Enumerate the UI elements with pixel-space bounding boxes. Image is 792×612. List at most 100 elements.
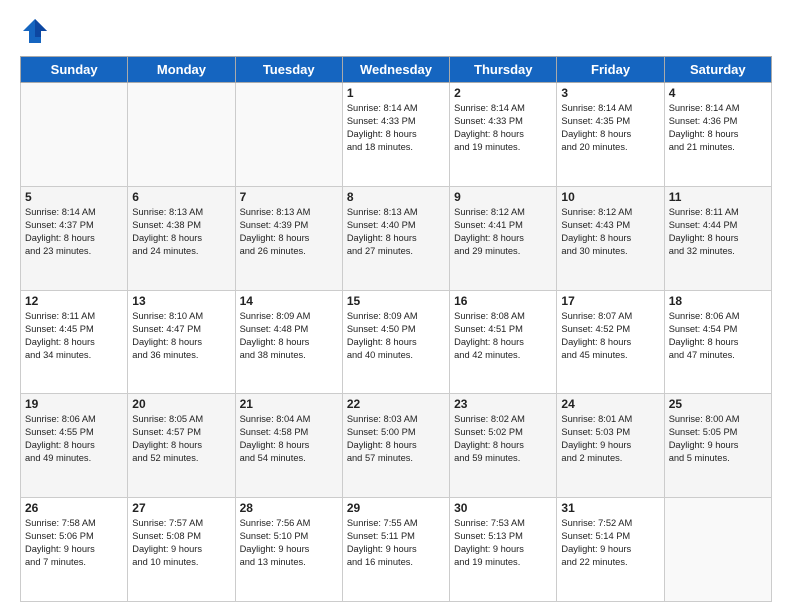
cell-text: Sunrise: 8:09 AM Sunset: 4:50 PM Dayligh… <box>347 310 445 362</box>
calendar-cell: 24Sunrise: 8:01 AM Sunset: 5:03 PM Dayli… <box>557 394 664 498</box>
cell-text: Sunrise: 7:55 AM Sunset: 5:11 PM Dayligh… <box>347 517 445 569</box>
cell-text: Sunrise: 8:10 AM Sunset: 4:47 PM Dayligh… <box>132 310 230 362</box>
calendar-cell: 4 Sunrise: 8:14 AM Sunset: 4:36 PM Daylig… <box>664 83 771 187</box>
calendar-cell: 30Sunrise: 7:53 AM Sunset: 5:13 PM Dayli… <box>450 498 557 602</box>
calendar-cell: 6 Sunrise: 8:13 AM Sunset: 4:38 PM Daylig… <box>128 186 235 290</box>
calendar-cell: 5 Sunrise: 8:14 AM Sunset: 4:37 PM Daylig… <box>21 186 128 290</box>
cell-text: Sunrise: 8:11 AM Sunset: 4:45 PM Dayligh… <box>25 310 123 362</box>
weekday-header-sunday: Sunday <box>21 57 128 83</box>
cell-text: Sunrise: 8:14 AM Sunset: 4:33 PM Dayligh… <box>454 102 552 154</box>
day-number: 10 <box>561 190 659 204</box>
calendar-cell: 3 Sunrise: 8:14 AM Sunset: 4:35 PM Daylig… <box>557 83 664 187</box>
calendar-cell: 1 Sunrise: 8:14 AM Sunset: 4:33 PM Daylig… <box>342 83 449 187</box>
day-number: 4 <box>669 86 767 100</box>
calendar-cell: 16Sunrise: 8:08 AM Sunset: 4:51 PM Dayli… <box>450 290 557 394</box>
cell-text: Sunrise: 8:14 AM Sunset: 4:36 PM Dayligh… <box>669 102 767 154</box>
day-number: 9 <box>454 190 552 204</box>
weekday-header-saturday: Saturday <box>664 57 771 83</box>
weekday-header-monday: Monday <box>128 57 235 83</box>
calendar-cell: 18 Sunrise: 8:06 AM Sunset: 4:54 PM Dayli… <box>664 290 771 394</box>
weekday-header-thursday: Thursday <box>450 57 557 83</box>
day-number: 15 <box>347 294 445 308</box>
cell-text: Sunrise: 8:13 AM Sunset: 4:38 PM Dayligh… <box>132 206 230 258</box>
calendar-cell: 11Sunrise: 8:11 AM Sunset: 4:44 PM Dayli… <box>664 186 771 290</box>
calendar-cell: 28 Sunrise: 7:56 AM Sunset: 5:10 PM Dayli… <box>235 498 342 602</box>
day-number: 23 <box>454 397 552 411</box>
day-number: 31 <box>561 501 659 515</box>
cell-text: Sunrise: 8:06 AM Sunset: 4:54 PM Dayligh… <box>669 310 767 362</box>
day-number: 1 <box>347 86 445 100</box>
calendar-cell: 14 Sunrise: 8:09 AM Sunset: 4:48 PM Dayli… <box>235 290 342 394</box>
day-number: 3 <box>561 86 659 100</box>
calendar-cell: 23 Sunrise: 8:02 AM Sunset: 5:02 PM Dayli… <box>450 394 557 498</box>
page: SundayMondayTuesdayWednesdayThursdayFrid… <box>0 0 792 612</box>
day-number: 21 <box>240 397 338 411</box>
calendar-week-row: 1 Sunrise: 8:14 AM Sunset: 4:33 PM Daylig… <box>21 83 772 187</box>
logo-icon <box>20 16 50 46</box>
day-number: 26 <box>25 501 123 515</box>
cell-text: Sunrise: 8:14 AM Sunset: 4:33 PM Dayligh… <box>347 102 445 154</box>
day-number: 27 <box>132 501 230 515</box>
calendar-cell <box>128 83 235 187</box>
cell-text: Sunrise: 8:00 AM Sunset: 5:05 PM Dayligh… <box>669 413 767 465</box>
weekday-header-row: SundayMondayTuesdayWednesdayThursdayFrid… <box>21 57 772 83</box>
day-number: 5 <box>25 190 123 204</box>
day-number: 14 <box>240 294 338 308</box>
calendar-cell: 17 Sunrise: 8:07 AM Sunset: 4:52 PM Dayli… <box>557 290 664 394</box>
calendar-cell: 26 Sunrise: 7:58 AM Sunset: 5:06 PM Dayli… <box>21 498 128 602</box>
calendar-cell: 10 Sunrise: 8:12 AM Sunset: 4:43 PM Dayli… <box>557 186 664 290</box>
cell-text: Sunrise: 8:03 AM Sunset: 5:00 PM Dayligh… <box>347 413 445 465</box>
calendar-cell: 8 Sunrise: 8:13 AM Sunset: 4:40 PM Daylig… <box>342 186 449 290</box>
calendar-week-row: 26 Sunrise: 7:58 AM Sunset: 5:06 PM Dayli… <box>21 498 772 602</box>
header <box>20 16 772 46</box>
day-number: 30 <box>454 501 552 515</box>
cell-text: Sunrise: 8:13 AM Sunset: 4:40 PM Dayligh… <box>347 206 445 258</box>
day-number: 13 <box>132 294 230 308</box>
day-number: 24 <box>561 397 659 411</box>
calendar-table: SundayMondayTuesdayWednesdayThursdayFrid… <box>20 56 772 602</box>
calendar-cell: 13 Sunrise: 8:10 AM Sunset: 4:47 PM Dayli… <box>128 290 235 394</box>
day-number: 28 <box>240 501 338 515</box>
calendar-cell: 20Sunrise: 8:05 AM Sunset: 4:57 PM Dayli… <box>128 394 235 498</box>
calendar-cell: 29Sunrise: 7:55 AM Sunset: 5:11 PM Dayli… <box>342 498 449 602</box>
weekday-header-tuesday: Tuesday <box>235 57 342 83</box>
day-number: 7 <box>240 190 338 204</box>
day-number: 6 <box>132 190 230 204</box>
calendar-cell: 31 Sunrise: 7:52 AM Sunset: 5:14 PM Dayli… <box>557 498 664 602</box>
cell-text: Sunrise: 8:07 AM Sunset: 4:52 PM Dayligh… <box>561 310 659 362</box>
calendar-cell: 25 Sunrise: 8:00 AM Sunset: 5:05 PM Dayli… <box>664 394 771 498</box>
cell-text: Sunrise: 8:13 AM Sunset: 4:39 PM Dayligh… <box>240 206 338 258</box>
calendar-cell: 27Sunrise: 7:57 AM Sunset: 5:08 PM Dayli… <box>128 498 235 602</box>
weekday-header-wednesday: Wednesday <box>342 57 449 83</box>
calendar-week-row: 5 Sunrise: 8:14 AM Sunset: 4:37 PM Daylig… <box>21 186 772 290</box>
cell-text: Sunrise: 7:58 AM Sunset: 5:06 PM Dayligh… <box>25 517 123 569</box>
day-number: 19 <box>25 397 123 411</box>
day-number: 8 <box>347 190 445 204</box>
cell-text: Sunrise: 8:06 AM Sunset: 4:55 PM Dayligh… <box>25 413 123 465</box>
day-number: 18 <box>669 294 767 308</box>
day-number: 12 <box>25 294 123 308</box>
calendar-cell: 9Sunrise: 8:12 AM Sunset: 4:41 PM Daylig… <box>450 186 557 290</box>
cell-text: Sunrise: 8:14 AM Sunset: 4:37 PM Dayligh… <box>25 206 123 258</box>
cell-text: Sunrise: 8:02 AM Sunset: 5:02 PM Dayligh… <box>454 413 552 465</box>
day-number: 17 <box>561 294 659 308</box>
cell-text: Sunrise: 8:05 AM Sunset: 4:57 PM Dayligh… <box>132 413 230 465</box>
calendar-cell: 19 Sunrise: 8:06 AM Sunset: 4:55 PM Dayli… <box>21 394 128 498</box>
cell-text: Sunrise: 7:52 AM Sunset: 5:14 PM Dayligh… <box>561 517 659 569</box>
calendar-cell: 15 Sunrise: 8:09 AM Sunset: 4:50 PM Dayli… <box>342 290 449 394</box>
day-number: 16 <box>454 294 552 308</box>
calendar-cell <box>235 83 342 187</box>
calendar-cell <box>664 498 771 602</box>
day-number: 25 <box>669 397 767 411</box>
cell-text: Sunrise: 8:14 AM Sunset: 4:35 PM Dayligh… <box>561 102 659 154</box>
cell-text: Sunrise: 8:09 AM Sunset: 4:48 PM Dayligh… <box>240 310 338 362</box>
cell-text: Sunrise: 8:04 AM Sunset: 4:58 PM Dayligh… <box>240 413 338 465</box>
calendar-cell <box>21 83 128 187</box>
cell-text: Sunrise: 8:12 AM Sunset: 4:43 PM Dayligh… <box>561 206 659 258</box>
calendar-week-row: 19 Sunrise: 8:06 AM Sunset: 4:55 PM Dayli… <box>21 394 772 498</box>
day-number: 2 <box>454 86 552 100</box>
cell-text: Sunrise: 8:11 AM Sunset: 4:44 PM Dayligh… <box>669 206 767 258</box>
calendar-cell: 7 Sunrise: 8:13 AM Sunset: 4:39 PM Daylig… <box>235 186 342 290</box>
cell-text: Sunrise: 7:56 AM Sunset: 5:10 PM Dayligh… <box>240 517 338 569</box>
weekday-header-friday: Friday <box>557 57 664 83</box>
